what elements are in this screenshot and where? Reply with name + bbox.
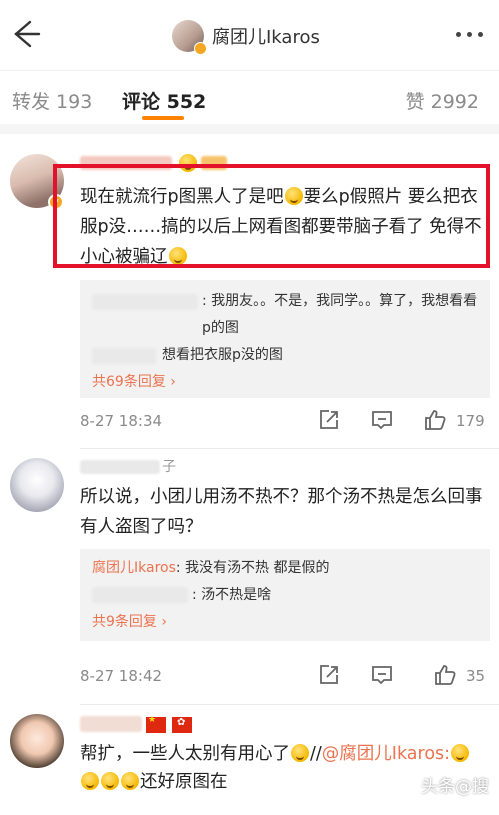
comment-item: 帮扩，一些人太别有用心了 //@腐团儿Ikaros: 还好原图在	[0, 706, 499, 815]
view-more-replies-link[interactable]: 共69条回复 ›	[92, 369, 478, 396]
reply-box[interactable]: 腐团儿Ikaros: 我没有汤不热 都是假的 : 汤不热是啥 共9条回复 ›	[80, 549, 490, 641]
top-nav-bar: 腐团儿Ikaros	[0, 0, 499, 70]
watermark: 头条@搜	[397, 772, 489, 797]
like-count: 35	[466, 667, 486, 685]
like-icon[interactable]	[433, 663, 457, 687]
reply-text: : 我朋友。。不是，我同学。。算了，我想看看p的图	[202, 293, 478, 336]
comment-icon[interactable]	[370, 408, 394, 432]
verified-badge-icon	[194, 42, 207, 55]
tab-comment[interactable]: 评论 552	[122, 87, 206, 114]
reply-box[interactable]: : 我朋友。。不是，我同学。。算了，我想看看p的图 想看把衣服p没的图 共69条…	[80, 280, 490, 398]
china-flag-icon	[146, 715, 166, 733]
divider	[80, 704, 499, 705]
comment-text-part: 还好原图在	[140, 772, 228, 792]
highlight-annotation-box	[53, 164, 490, 268]
timestamp: 8-27 18:34	[80, 412, 163, 430]
reply-text: : 汤不热是啥	[192, 587, 272, 603]
like-count: 179	[456, 412, 485, 430]
divider	[80, 448, 499, 449]
avatar[interactable]	[10, 458, 64, 512]
flag-badges	[146, 715, 198, 735]
page-title: 腐团儿Ikaros	[212, 27, 320, 48]
nav-user[interactable]: 腐团儿Ikaros	[172, 18, 320, 55]
reply-item: : 汤不热是啥	[92, 582, 478, 609]
like-icon[interactable]	[423, 408, 447, 432]
comment-text-part: //	[310, 744, 322, 764]
share-icon[interactable]	[317, 663, 341, 687]
view-more-replies-link[interactable]: 共9条回复 ›	[92, 609, 478, 636]
avatar[interactable]	[10, 714, 64, 768]
emoji-icon	[81, 772, 99, 790]
avatar[interactable]	[172, 20, 207, 55]
username-fragment: 子	[162, 459, 176, 475]
watermark-logo-icon	[397, 776, 417, 796]
emoji-icon	[291, 744, 309, 762]
reply-item: 想看把衣服p没的图	[92, 342, 478, 369]
timestamp: 8-27 18:42	[80, 667, 163, 685]
active-tab-indicator	[142, 116, 184, 120]
comment-item: 子 所以说，小团儿用汤不热不？那个汤不热是怎么回事 有人盗图了吗？ 腐团儿Ika…	[0, 450, 499, 706]
tab-like[interactable]: 赞 2992	[406, 87, 479, 114]
tab-bar: 转发 193 评论 552 赞 2992	[0, 70, 499, 124]
mention-link[interactable]: @腐团儿Ikaros:	[322, 744, 450, 764]
comment-icon[interactable]	[370, 663, 394, 687]
comment-meta: 8-27 18:42 35	[80, 663, 490, 693]
watermark-text: 头条@搜	[421, 777, 489, 797]
emoji-icon	[101, 772, 119, 790]
back-arrow-icon[interactable]	[6, 16, 42, 52]
emoji-icon	[121, 772, 139, 790]
more-options-icon[interactable]	[456, 32, 483, 37]
username-redacted	[92, 587, 188, 603]
username-redacted	[92, 294, 198, 310]
reply-item: 腐团儿Ikaros: 我没有汤不热 都是假的	[92, 555, 478, 582]
reply-username[interactable]: 腐团儿Ikaros	[92, 560, 176, 576]
username-redacted	[80, 716, 142, 732]
username-redacted	[92, 348, 156, 364]
reply-item: : 我朋友。。不是，我同学。。算了，我想看看p的图	[92, 288, 478, 342]
reply-text: 想看把衣服p没的图	[162, 347, 283, 363]
comment-text-part: 帮扩，一些人太别有用心了	[80, 744, 290, 764]
comment-meta: 8-27 18:34 179	[80, 408, 490, 438]
emoji-icon	[451, 744, 470, 762]
username-redacted	[80, 460, 160, 474]
share-icon[interactable]	[317, 408, 341, 432]
tab-repost[interactable]: 转发 193	[12, 87, 92, 114]
section-divider	[0, 124, 499, 134]
comment-text: 所以说，小团儿用汤不热不？那个汤不热是怎么回事 有人盗图了吗？	[80, 487, 483, 537]
reply-text: : 我没有汤不热 都是假的	[175, 560, 330, 576]
hongkong-flag-icon	[172, 717, 192, 733]
